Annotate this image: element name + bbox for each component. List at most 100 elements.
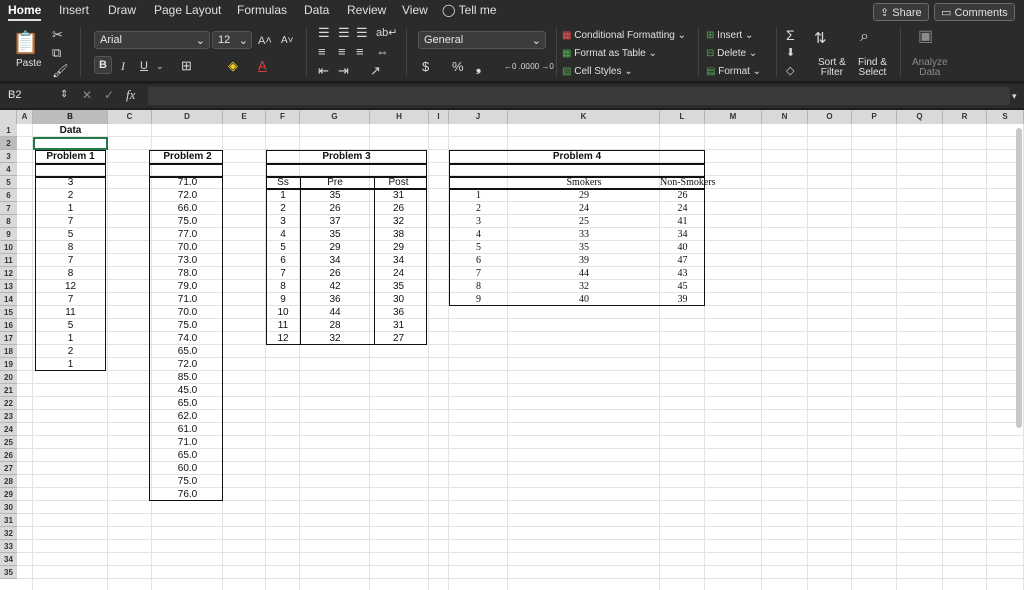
row-header-3[interactable]: 3 [0, 150, 17, 163]
expand-formula-bar-icon[interactable]: ▾ [1012, 89, 1017, 103]
row-header-8[interactable]: 8 [0, 215, 17, 228]
clear-icon[interactable]: ◇ [786, 64, 794, 78]
tab-insert[interactable]: Insert [59, 3, 89, 17]
format-painter-icon[interactable]: 🖌 [52, 64, 69, 78]
column-header-m[interactable]: M [705, 110, 762, 124]
name-box[interactable]: B2 [4, 87, 64, 105]
borders-icon[interactable]: ⊞ [181, 59, 192, 73]
row-header-1[interactable]: 1 [0, 124, 17, 137]
percent-button[interactable]: % [452, 60, 464, 74]
comments-button[interactable]: ▭ Comments [934, 3, 1015, 21]
align-center-icon[interactable]: ≡ [338, 45, 346, 59]
active-cell-b2[interactable] [33, 137, 108, 150]
select-all-corner[interactable] [0, 110, 17, 124]
find-icon[interactable]: ⌕ [860, 29, 869, 45]
font-color-icon[interactable]: A [258, 59, 267, 73]
increase-decimal-button[interactable]: ←0 .00 [504, 60, 530, 74]
row-header-20[interactable]: 20 [0, 371, 17, 384]
column-header-h[interactable]: H [370, 110, 429, 124]
worksheet-grid[interactable]: ABCDEFGHIJKLMNOPQRST 1234567891011121314… [0, 110, 1024, 590]
enter-icon[interactable]: ✓ [104, 88, 114, 102]
column-header-c[interactable]: C [108, 110, 152, 124]
increase-indent-icon[interactable]: ⇥ [338, 64, 349, 78]
row-header-33[interactable]: 33 [0, 540, 17, 553]
share-button[interactable]: ⇪ Share [873, 3, 929, 21]
row-header-28[interactable]: 28 [0, 475, 17, 488]
cut-icon[interactable]: ✂ [52, 28, 63, 42]
column-header-b[interactable]: B [33, 110, 108, 124]
row-header-23[interactable]: 23 [0, 410, 17, 423]
row-header-11[interactable]: 11 [0, 254, 17, 267]
row-header-12[interactable]: 12 [0, 267, 17, 280]
row-header-17[interactable]: 17 [0, 332, 17, 345]
column-header-e[interactable]: E [223, 110, 266, 124]
merge-center-icon[interactable]: ⇔ [376, 45, 389, 59]
row-header-5[interactable]: 5 [0, 176, 17, 189]
format-cells-button[interactable]: ▤ Format ⌄ [706, 66, 761, 77]
row-header-10[interactable]: 10 [0, 241, 17, 254]
sort-filter-button[interactable]: Sort & Filter [818, 58, 846, 78]
analyze-data-button[interactable]: Analyze Data [912, 58, 948, 78]
column-header-j[interactable]: J [449, 110, 508, 124]
analyze-data-icon[interactable]: ▣ [918, 29, 933, 45]
number-format-select[interactable]: General ⌄ [418, 31, 546, 49]
row-header-25[interactable]: 25 [0, 436, 17, 449]
column-header-i[interactable]: I [429, 110, 449, 124]
row-header-7[interactable]: 7 [0, 202, 17, 215]
column-header-a[interactable]: A [17, 110, 33, 124]
tab-view[interactable]: View [402, 3, 428, 17]
row-header-27[interactable]: 27 [0, 462, 17, 475]
paste-label[interactable]: Paste [16, 58, 42, 69]
row-header-26[interactable]: 26 [0, 449, 17, 462]
formula-input[interactable] [148, 87, 1010, 105]
fill-color-icon[interactable]: ◈ [228, 59, 238, 73]
row-header-29[interactable]: 29 [0, 488, 17, 501]
autosum-icon[interactable]: Σ [786, 28, 795, 42]
sort-filter-icon[interactable]: ⇅ [814, 31, 827, 46]
row-header-34[interactable]: 34 [0, 553, 17, 566]
column-header-q[interactable]: Q [897, 110, 943, 124]
row-header-19[interactable]: 19 [0, 358, 17, 371]
column-header-r[interactable]: R [943, 110, 987, 124]
row-header-21[interactable]: 21 [0, 384, 17, 397]
column-header-s[interactable]: S [987, 110, 1024, 124]
column-header-f[interactable]: F [266, 110, 300, 124]
chevron-down-icon[interactable]: ⌄ [156, 59, 164, 73]
tab-formulas[interactable]: Formulas [237, 3, 287, 17]
row-header-15[interactable]: 15 [0, 306, 17, 319]
row-header-30[interactable]: 30 [0, 501, 17, 514]
row-header-9[interactable]: 9 [0, 228, 17, 241]
insert-cells-button[interactable]: ⊞ Insert ⌄ [706, 30, 753, 41]
decrease-decimal-button[interactable]: .00 →0 [528, 60, 554, 74]
row-header-13[interactable]: 13 [0, 280, 17, 293]
column-header-n[interactable]: N [762, 110, 808, 124]
currency-button[interactable]: $ [422, 60, 429, 74]
row-header-22[interactable]: 22 [0, 397, 17, 410]
orientation-icon[interactable]: ↗ [370, 64, 381, 78]
column-header-l[interactable]: L [660, 110, 705, 124]
tell-me-search[interactable]: ◯ Tell me [442, 3, 497, 17]
row-header-16[interactable]: 16 [0, 319, 17, 332]
wrap-text-icon[interactable]: ab↵ [376, 26, 397, 40]
bold-button[interactable]: B [94, 56, 112, 74]
cell-styles-button[interactable]: ▨ Cell Styles ⌄ [562, 66, 633, 77]
insert-function-button[interactable]: fx [126, 88, 135, 102]
decrease-font-icon[interactable]: A˅ [281, 34, 294, 48]
conditional-formatting-button[interactable]: ▦ Conditional Formatting ⌄ [562, 30, 686, 41]
comma-style-button[interactable]: ❟ [476, 60, 481, 74]
tab-data[interactable]: Data [304, 3, 329, 17]
align-top-icon[interactable]: ☰ [318, 26, 330, 40]
align-bottom-icon[interactable]: ☰ [356, 26, 368, 40]
tab-page-layout[interactable]: Page Layout [154, 3, 221, 17]
column-header-p[interactable]: P [852, 110, 897, 124]
decrease-indent-icon[interactable]: ⇤ [318, 64, 329, 78]
row-header-14[interactable]: 14 [0, 293, 17, 306]
format-as-table-button[interactable]: ▦ Format as Table ⌄ [562, 48, 657, 59]
align-right-icon[interactable]: ≡ [356, 45, 364, 59]
align-left-icon[interactable]: ≡ [318, 45, 326, 59]
fill-icon[interactable]: ⬇ [786, 46, 795, 60]
font-size-select[interactable]: 12 ⌄ [212, 31, 252, 49]
vertical-scrollbar[interactable] [1016, 128, 1022, 428]
italic-button[interactable]: I [121, 59, 125, 73]
font-name-select[interactable]: Arial ⌄ [94, 31, 210, 49]
